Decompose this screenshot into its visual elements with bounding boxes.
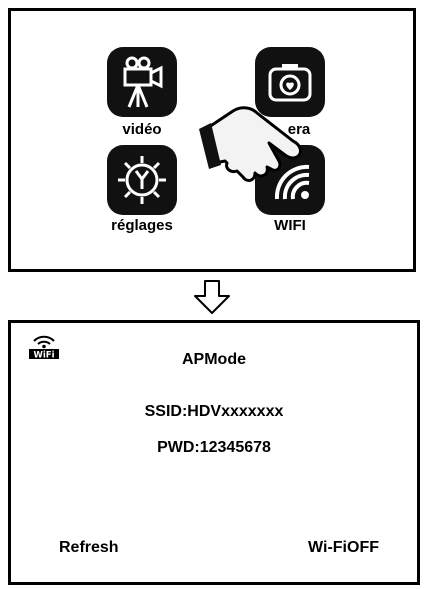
ap-mode-title: APMode xyxy=(182,351,246,368)
settings-label: réglages xyxy=(111,217,173,234)
video-camera-icon xyxy=(123,56,163,108)
settings-gear-icon xyxy=(118,156,166,204)
password-text: PWD:12345678 xyxy=(157,439,271,456)
wifi-off-button[interactable]: Wi-FiOFF xyxy=(308,539,379,557)
down-arrow-icon xyxy=(194,280,230,314)
refresh-button[interactable]: Refresh xyxy=(59,539,119,557)
ssid-text: SSID:HDVxxxxxxx xyxy=(144,403,284,420)
wifi-ap-screen: WiFi APMode SSID:HDVxxxxxxx PWD:12345678… xyxy=(8,320,420,585)
video-tile[interactable] xyxy=(107,47,177,117)
pointing-hand-icon xyxy=(199,106,302,182)
camera-icon xyxy=(268,64,312,102)
wifi-label: WIFI xyxy=(274,217,306,234)
video-label: vidéo xyxy=(122,121,162,138)
settings-tile[interactable] xyxy=(107,145,177,215)
menu-screen: vidéo era réglages WIFI xyxy=(8,8,416,272)
